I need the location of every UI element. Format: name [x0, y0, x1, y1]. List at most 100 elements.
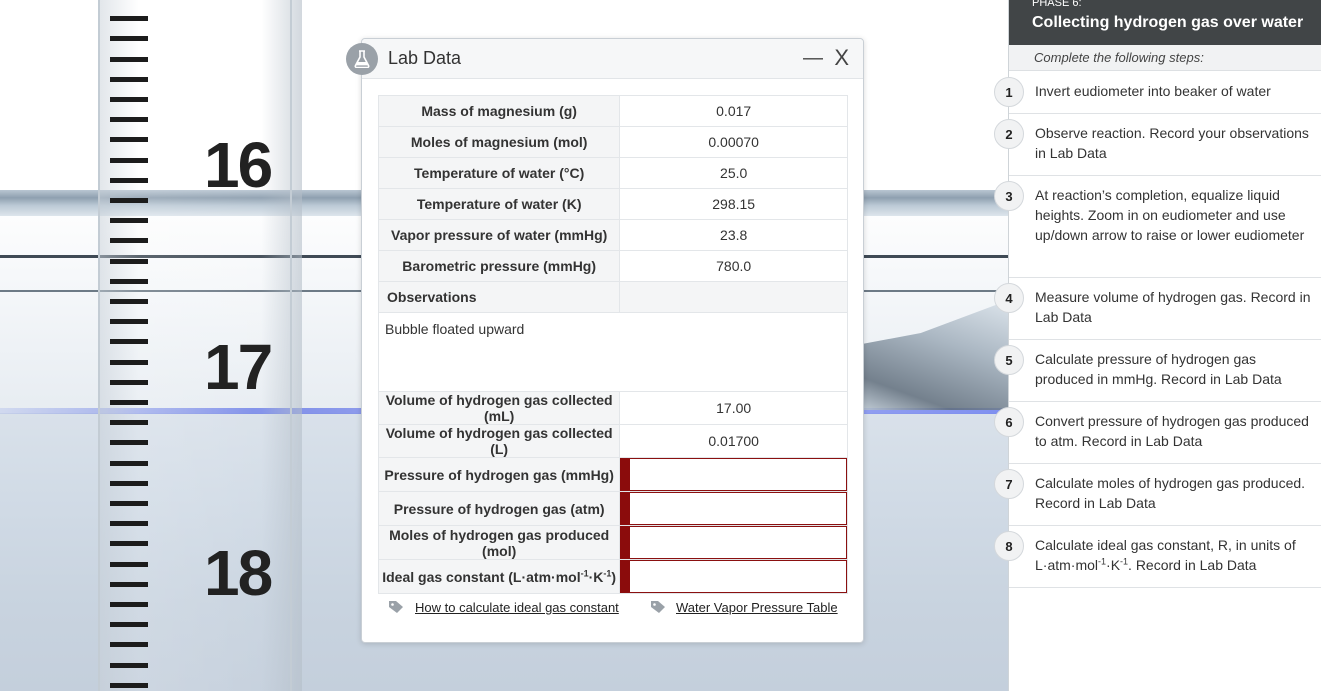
- scale-tick: [110, 117, 148, 122]
- step-text-suffix: . Record in Lab Data: [1128, 557, 1257, 573]
- scale-tick: [110, 420, 148, 425]
- scale-tick: [110, 521, 148, 526]
- row-label: Temperature of water (°C): [377, 157, 621, 189]
- input-cell: [619, 491, 848, 526]
- step-number: 8: [994, 531, 1024, 561]
- gas-constant-label-prefix: Ideal gas constant (L·atm·mol: [382, 568, 581, 585]
- phase-title: Collecting hydrogen gas over water: [1032, 14, 1304, 31]
- step-text: Invert eudiometer into beaker of water: [1035, 83, 1271, 99]
- tag-icon: [650, 600, 666, 617]
- scale-tick: [110, 360, 148, 365]
- scale-tick: [110, 158, 148, 163]
- scale-tick: [110, 198, 148, 203]
- row-label: Temperature of water (K): [377, 188, 621, 220]
- gas-constant-label-mid: ·K: [588, 568, 604, 585]
- pressure-mmhg-input[interactable]: [620, 458, 847, 491]
- instructions-panel: PHASE 6: Collecting hydrogen gas over wa…: [994, 0, 1321, 691]
- scale-tick: [110, 683, 148, 688]
- scale-tick: [110, 137, 148, 142]
- scale-tick: [110, 218, 148, 223]
- help-links: How to calculate ideal gas constant Wate…: [388, 597, 858, 621]
- step-number: 6: [994, 407, 1024, 437]
- row-value: 0.017: [619, 95, 848, 127]
- step-item: 6 Convert pressure of hydrogen gas produ…: [994, 402, 1321, 464]
- step-text: Calculate moles of hydrogen gas produced…: [1035, 475, 1306, 511]
- table-row: Temperature of water (K) 298.15: [377, 188, 848, 220]
- table-row: Ideal gas constant (L·atm·mol-1·K-1): [377, 559, 848, 594]
- row-value: 780.0: [619, 250, 848, 282]
- row-label: Volume of hydrogen gas collected (L): [377, 424, 621, 458]
- tag-icon: [388, 600, 404, 617]
- scale-tick: [110, 663, 148, 668]
- scale-tick: [110, 299, 148, 304]
- scale-number: 18: [204, 537, 273, 609]
- scale-tick: [110, 602, 148, 607]
- scale-tick: [110, 97, 148, 102]
- scale-tick: [110, 279, 148, 284]
- scale-tick: [110, 481, 148, 486]
- step-text: Measure volume of hydrogen gas. Record i…: [1035, 289, 1311, 325]
- observations-header-spacer: [619, 281, 848, 313]
- scale-number: 17: [204, 331, 273, 403]
- scale-tick: [110, 36, 148, 41]
- exponent: -1: [580, 567, 589, 578]
- phase-header: PHASE 6: Collecting hydrogen gas over wa…: [1009, 0, 1321, 45]
- row-label: Barometric pressure (mmHg): [377, 250, 621, 282]
- input-cell: [619, 457, 848, 492]
- scale-tick: [110, 16, 148, 21]
- step-item: 5 Calculate pressure of hydrogen gas pro…: [994, 340, 1321, 402]
- table-row: Volume of hydrogen gas collected (mL) 17…: [377, 391, 848, 425]
- step-item: 7 Calculate moles of hydrogen gas produc…: [994, 464, 1321, 526]
- scale-tick: [110, 562, 148, 567]
- step-number: 2: [994, 119, 1024, 149]
- observations-field[interactable]: Bubble floated upward: [378, 312, 848, 392]
- step-number: 7: [994, 469, 1024, 499]
- moles-hydrogen-input[interactable]: [620, 526, 847, 559]
- observations-header-row: Observations: [377, 281, 848, 313]
- row-value: 298.15: [619, 188, 848, 220]
- row-label: Mass of magnesium (g): [377, 95, 621, 127]
- table-row: Volume of hydrogen gas collected (L) 0.0…: [377, 424, 848, 458]
- scale-tick: [110, 339, 148, 344]
- scale-tick: [110, 57, 148, 62]
- water-vapor-pressure-table-link[interactable]: Water Vapor Pressure Table: [676, 600, 838, 615]
- water-wave: [862, 300, 1009, 410]
- lab-data-table: Mass of magnesium (g) 0.017 Moles of mag…: [377, 95, 848, 594]
- step-text: Calculate pressure of hydrogen gas produ…: [1035, 351, 1282, 387]
- gas-constant-label-suffix: ): [611, 568, 617, 585]
- table-row: Moles of magnesium (mol) 0.00070: [377, 126, 848, 158]
- dialog-titlebar[interactable]: Lab Data — X: [346, 39, 863, 79]
- step-number: 5: [994, 345, 1024, 375]
- step-text: Convert pressure of hydrogen gas produce…: [1035, 413, 1309, 449]
- step-item: 2 Observe reaction. Record your observat…: [994, 114, 1321, 176]
- row-value: 23.8: [619, 219, 848, 251]
- close-button[interactable]: X: [834, 45, 849, 71]
- step-item: 8 Calculate ideal gas constant, R, in un…: [994, 526, 1321, 588]
- pressure-atm-input[interactable]: [620, 492, 847, 525]
- scale-tick: [110, 501, 148, 506]
- observations-row: Bubble floated upward: [378, 312, 848, 392]
- exponent: -1: [1120, 556, 1129, 567]
- instructions-text: Complete the following steps:: [1009, 45, 1321, 71]
- scale-tick: [110, 461, 148, 466]
- scale-tick: [110, 319, 148, 324]
- minimize-button[interactable]: —: [803, 47, 823, 70]
- scale-tick: [110, 259, 148, 264]
- lab-data-dialog: Lab Data — X Mass of magnesium (g) 0.017…: [346, 38, 864, 643]
- table-row: Temperature of water (°C) 25.0: [377, 157, 848, 189]
- step-text: Observe reaction. Record your observatio…: [1035, 125, 1309, 161]
- table-row: Pressure of hydrogen gas (mmHg): [377, 457, 848, 492]
- table-row: Pressure of hydrogen gas (atm): [377, 491, 848, 526]
- ideal-gas-constant-help-link[interactable]: How to calculate ideal gas constant: [415, 600, 619, 615]
- row-value: 0.01700: [619, 424, 848, 458]
- scale-tick: [110, 582, 148, 587]
- row-value: 0.00070: [619, 126, 848, 158]
- phase-label: PHASE 6:: [1032, 0, 1082, 9]
- table-row: Barometric pressure (mmHg) 780.0: [377, 250, 848, 282]
- gas-constant-input[interactable]: [620, 560, 847, 593]
- scale-tick: [110, 541, 148, 546]
- row-label: Moles of magnesium (mol): [377, 126, 621, 158]
- table-row: Vapor pressure of water (mmHg) 23.8: [377, 219, 848, 251]
- step-number: 1: [994, 77, 1024, 107]
- flask-icon: [346, 43, 378, 75]
